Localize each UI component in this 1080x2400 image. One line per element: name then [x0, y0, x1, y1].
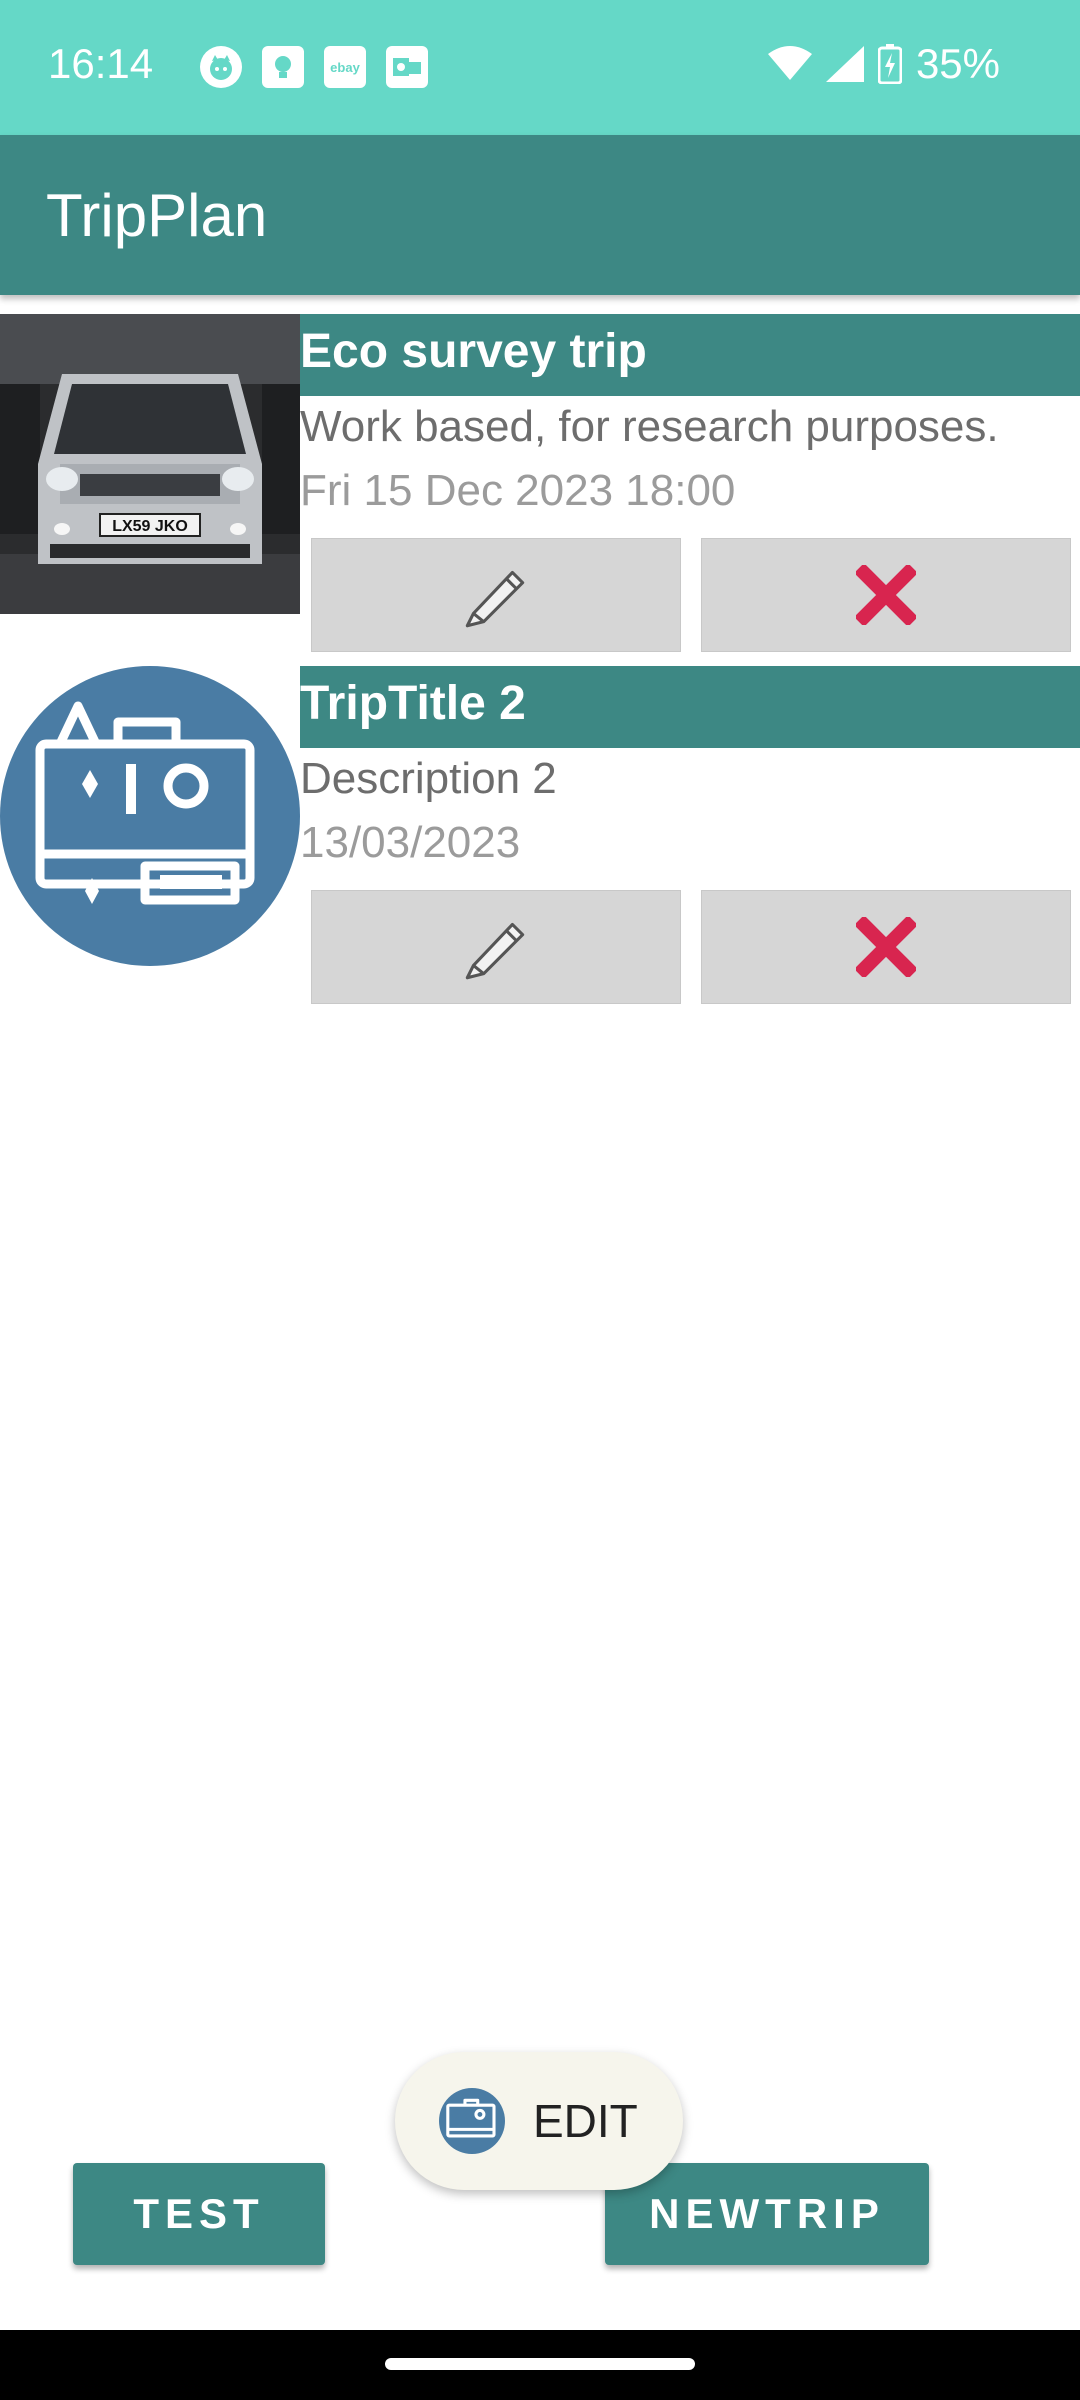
- edit-fab[interactable]: EDIT: [395, 2052, 683, 2190]
- edit-fab-label: EDIT: [533, 2095, 638, 2147]
- navigation-bar: [0, 2330, 1080, 2400]
- trip-title: TripTitle 2: [300, 677, 526, 730]
- cat-app-icon: [200, 46, 242, 88]
- trip-date: Fri 15 Dec 2023 18:00: [300, 466, 736, 515]
- ebay-label: ebay: [330, 59, 360, 75]
- trip-description: Work based, for research purposes.: [300, 402, 999, 451]
- trip-card[interactable]: LX59 JKO Eco survey trip Work based, for…: [0, 314, 1080, 654]
- suitcase-logo-icon: [439, 2088, 505, 2154]
- close-icon: [856, 565, 916, 625]
- trip-date: 13/03/2023: [300, 818, 521, 867]
- delete-trip-button[interactable]: [701, 538, 1071, 652]
- ebay-app-icon: ebay: [324, 46, 366, 88]
- status-right: 35%: [767, 40, 1000, 88]
- pencil-icon: [465, 570, 525, 628]
- notification-icons: ebay: [200, 46, 428, 88]
- newtrip-button[interactable]: NEWTRIP: [605, 2163, 929, 2265]
- status-bar: 16:14 ebay 35%: [0, 0, 1080, 135]
- trip-card[interactable]: TripTitle 2 Description 2 13/03/2023: [0, 666, 1080, 1006]
- suitcase-logo-icon: [0, 666, 300, 966]
- outlook-app-icon: [386, 46, 428, 88]
- delete-trip-button[interactable]: [701, 890, 1071, 1004]
- bulb-app-icon: [262, 46, 304, 88]
- trip-description: Description 2: [300, 754, 557, 803]
- pencil-icon: [465, 922, 525, 980]
- wifi-icon: [767, 46, 812, 80]
- edit-trip-button[interactable]: [311, 890, 681, 1004]
- van-photo: LX59 JKO: [0, 314, 300, 614]
- trip-title-bar: Eco survey trip: [300, 314, 1080, 396]
- test-button[interactable]: TEST: [73, 2163, 325, 2265]
- trip-title-bar: TripTitle 2: [300, 666, 1080, 748]
- battery-charging-icon: [877, 44, 902, 84]
- edit-trip-button[interactable]: [311, 538, 681, 652]
- app-bar: TripPlan: [0, 135, 1080, 295]
- home-gesture-handle[interactable]: [385, 2358, 695, 2370]
- close-icon: [856, 917, 916, 977]
- trip-title: Eco survey trip: [300, 325, 647, 378]
- battery-percent: 35%: [915, 40, 1000, 87]
- van-plate-text: LX59 JKO: [112, 518, 188, 535]
- app-title: TripPlan: [46, 182, 268, 249]
- signal-icon: [825, 46, 864, 82]
- status-time: 16:14: [48, 40, 154, 87]
